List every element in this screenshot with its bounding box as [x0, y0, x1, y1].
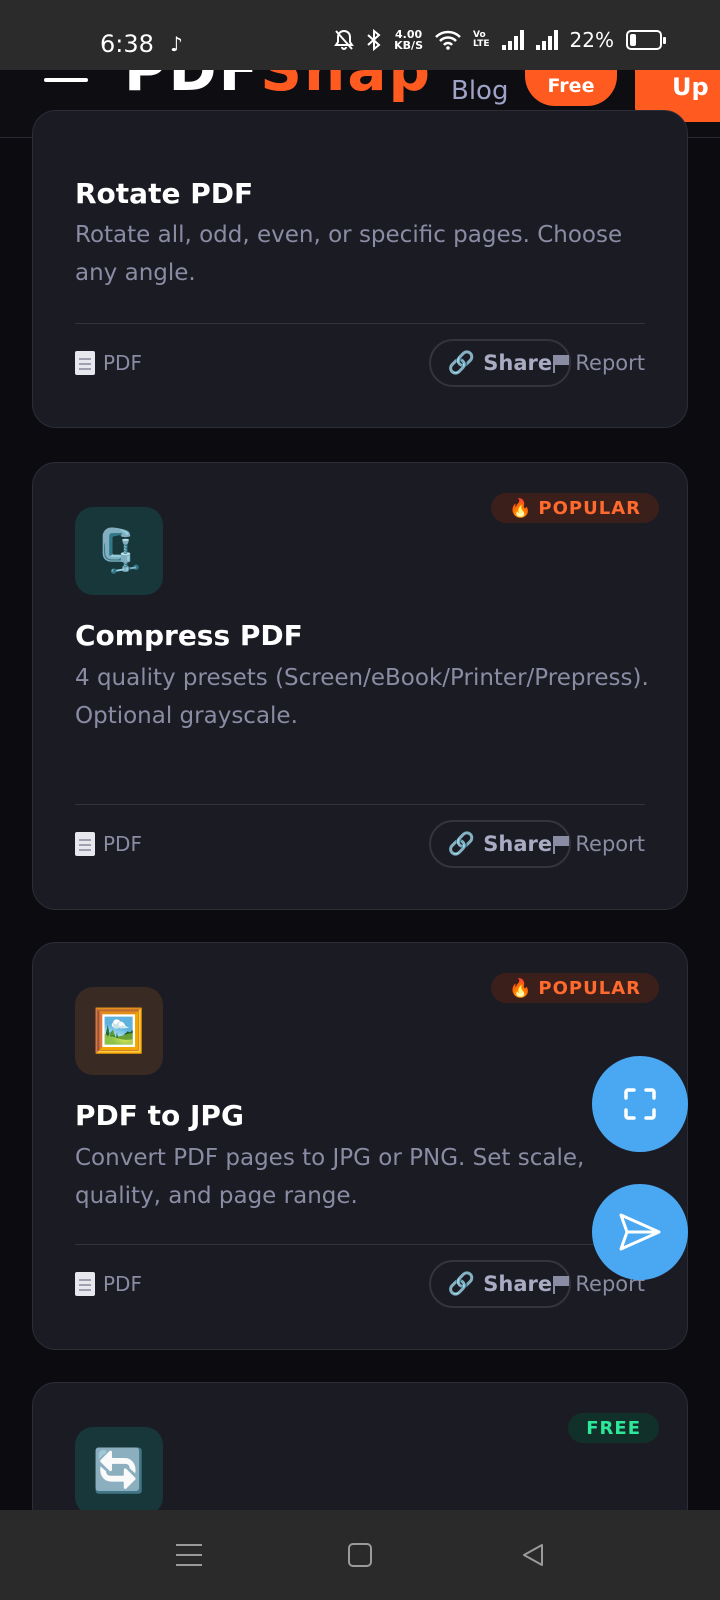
card-description: Convert PDF pages to JPG or PNG. Set sca…: [75, 1145, 585, 1209]
popular-badge: 🔥 POPULAR: [491, 973, 659, 1003]
document-icon: [75, 1272, 95, 1296]
convert-icon: 🔄: [75, 1427, 163, 1515]
free-badge: FREE: [568, 1413, 659, 1443]
file-type-tag: PDF: [75, 1272, 142, 1296]
card-divider: [75, 1244, 645, 1245]
document-icon: [75, 351, 95, 375]
image-icon: 🖼️: [75, 987, 163, 1075]
report-button[interactable]: Report: [553, 832, 645, 856]
card-title: PDF to JPG: [75, 1099, 244, 1132]
scan-frame-icon: [624, 1088, 656, 1120]
wifi-icon: [435, 30, 461, 50]
card-divider: [75, 323, 645, 324]
file-type-tag: PDF: [75, 351, 142, 375]
tiktok-icon: ♪: [170, 32, 183, 56]
tool-card-rotate-pdf[interactable]: Rotate PDF Rotate all, odd, even, or spe…: [32, 110, 688, 428]
share-button[interactable]: 🔗 Share: [429, 1260, 571, 1308]
card-divider: [75, 804, 645, 805]
signal-icon: [535, 30, 558, 50]
home-icon[interactable]: [348, 1543, 372, 1567]
document-icon: [75, 832, 95, 856]
status-icons: 4.00 KB/S Vo LTE 22%: [334, 28, 666, 52]
popular-badge: 🔥 POPULAR: [491, 493, 659, 523]
back-icon[interactable]: [520, 1542, 546, 1568]
flag-icon: [553, 355, 570, 373]
blog-link[interactable]: Blog: [451, 76, 508, 106]
compress-icon: 🗜️: [75, 507, 163, 595]
card-title: Rotate PDF: [75, 177, 254, 210]
card-description: Rotate all, odd, even, or specific pages…: [75, 222, 623, 286]
system-nav-bar: [0, 1510, 720, 1600]
battery-fill: [630, 34, 636, 46]
signal-icon: [501, 30, 524, 50]
card-title: Compress PDF: [75, 619, 303, 652]
volte-indicator: Vo LTE: [473, 30, 490, 49]
scan-fab[interactable]: [592, 1056, 688, 1152]
tool-card-pdf-to-jpg[interactable]: 🔥 POPULAR 🖼️ PDF to JPG Convert PDF pages…: [32, 942, 688, 1350]
network-speed: 4.00 KB/S: [394, 28, 423, 52]
card-footer: PDF 🔗 Share Report: [75, 339, 645, 387]
bell-muted-icon: [334, 29, 355, 50]
flag-icon: [553, 1276, 570, 1294]
send-icon: [619, 1213, 661, 1251]
link-icon: 🔗: [447, 831, 476, 857]
link-icon: 🔗: [447, 1271, 476, 1297]
menu-icon[interactable]: [44, 70, 88, 94]
free-button[interactable]: Free: [525, 70, 617, 106]
tool-card-compress-pdf[interactable]: 🔥 POPULAR 🗜️ Compress PDF 4 quality prese…: [32, 462, 688, 910]
fire-icon: 🔥: [509, 977, 533, 999]
status-bar: 6:38 ♪ 4.00 KB/S Vo LTE 22%: [0, 0, 720, 70]
fire-icon: 🔥: [509, 497, 533, 519]
share-button[interactable]: 🔗 Share: [429, 820, 571, 868]
file-type-tag: PDF: [75, 832, 142, 856]
share-button[interactable]: 🔗 Share: [429, 339, 571, 387]
report-button[interactable]: Report: [553, 351, 645, 375]
link-icon: 🔗: [447, 350, 476, 376]
battery-icon: [626, 30, 666, 50]
recent-apps-icon[interactable]: [176, 1544, 202, 1566]
card-footer: PDF 🔗 Share Report: [75, 820, 645, 868]
logo[interactable]: PDFSnap: [124, 70, 432, 104]
battery-percent: 22%: [569, 28, 614, 52]
status-time: 6:38: [100, 30, 154, 58]
flag-icon: [553, 836, 570, 854]
card-description: 4 quality presets (Screen/eBook/Printer/…: [75, 665, 649, 729]
send-fab[interactable]: [592, 1184, 688, 1280]
card-footer: PDF 🔗 Share Report: [75, 1260, 645, 1308]
bluetooth-icon: [367, 29, 381, 51]
